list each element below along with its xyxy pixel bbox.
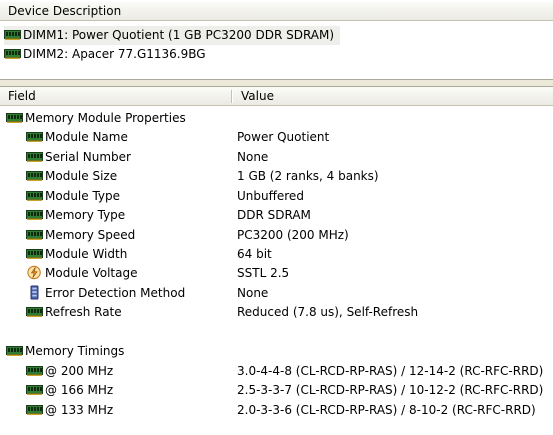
field-row[interactable]: Module Voltage: [26, 264, 137, 283]
field-label: Module Size: [45, 169, 118, 183]
field-label: Memory Speed: [45, 228, 136, 242]
ram-module-icon: [26, 132, 43, 142]
field-label: @ 200 MHz: [45, 364, 114, 378]
field-label: Memory Type: [45, 208, 126, 222]
field-value: 64 bit: [237, 247, 272, 261]
ram-module-icon: [26, 405, 43, 415]
ram-module-icon: [4, 30, 21, 40]
ram-module-icon: [26, 171, 43, 181]
voltage-icon: [27, 265, 41, 280]
field-value: Power Quotient: [237, 130, 330, 144]
field-row[interactable]: Module Type: [26, 187, 120, 206]
field-value: 2.5-3-3-7 (CL-RCD-RP-RAS) / 10-12-2 (RC-…: [237, 383, 544, 397]
ram-module-icon: [26, 249, 43, 259]
ram-module-icon: [26, 191, 43, 201]
field-row[interactable]: Module Width: [26, 245, 127, 264]
field-value: SSTL 2.5: [237, 266, 290, 280]
ram-module-icon: [26, 210, 43, 220]
device-description-header[interactable]: Device Description: [0, 2, 553, 21]
field-row[interactable]: Memory Type: [26, 206, 125, 225]
field-row[interactable]: @ 133 MHz: [26, 401, 113, 420]
ram-module-icon: [4, 49, 21, 59]
field-row[interactable]: Refresh Rate: [26, 303, 122, 322]
error-detection-icon: [30, 285, 39, 300]
field-label: Module Voltage: [45, 266, 138, 280]
field-row[interactable]: @ 200 MHz: [26, 362, 113, 381]
group-memory-module-properties[interactable]: Memory Module Properties: [6, 109, 186, 128]
ram-module-icon: [26, 366, 43, 376]
field-value: 3.0-4-4-8 (CL-RCD-RP-RAS) / 12-14-2 (RC-…: [237, 364, 544, 378]
group-title: Memory Timings: [25, 344, 125, 358]
field-row[interactable]: Memory Speed: [26, 226, 135, 245]
column-divider[interactable]: [231, 90, 232, 103]
ram-module-icon: [6, 346, 23, 356]
group-title: Memory Module Properties: [25, 111, 186, 125]
pane-splitter[interactable]: [0, 79, 553, 87]
field-row[interactable]: Serial Number: [26, 148, 131, 167]
field-column-header[interactable]: Field: [0, 87, 233, 106]
field-label: Error Detection Method: [45, 286, 186, 300]
field-label: Serial Number: [45, 150, 131, 164]
field-value: DDR SDRAM: [237, 208, 311, 222]
device-item-dimm2[interactable]: DIMM2: Apacer 77.G1136.9BG: [4, 45, 212, 64]
field-value: Reduced (7.8 us), Self-Refresh: [237, 305, 419, 319]
value-column-header[interactable]: Value: [233, 87, 274, 106]
device-description-column[interactable]: Device Description: [0, 2, 121, 21]
field-value: 1 GB (2 ranks, 4 banks): [237, 169, 379, 183]
field-value: Unbuffered: [237, 189, 304, 203]
field-label: Module Width: [45, 247, 128, 261]
field-value: None: [237, 150, 269, 164]
field-label: @ 166 MHz: [45, 383, 114, 397]
field-label: Refresh Rate: [45, 305, 122, 319]
field-label: Module Name: [45, 130, 128, 144]
device-item-label: DIMM2: Apacer 77.G1136.9BG: [23, 47, 206, 61]
ram-module-icon: [26, 307, 43, 317]
field-value: PC3200 (200 MHz): [237, 228, 349, 242]
field-label: Module Type: [45, 189, 121, 203]
ram-module-icon: [26, 230, 43, 240]
field-row[interactable]: Module Size: [26, 167, 117, 186]
field-row[interactable]: Error Detection Method: [26, 284, 185, 303]
group-memory-timings[interactable]: Memory Timings: [6, 342, 124, 361]
device-item-label: DIMM1: Power Quotient (1 GB PC3200 DDR S…: [23, 28, 335, 42]
ram-module-icon: [26, 152, 43, 162]
ram-module-icon: [6, 113, 23, 123]
field-row[interactable]: Module Name: [26, 128, 128, 147]
ram-module-icon: [26, 385, 43, 395]
field-row[interactable]: @ 166 MHz: [26, 381, 113, 400]
field-value: None: [237, 286, 269, 300]
field-value: 2.0-3-3-6 (CL-RCD-RP-RAS) / 8-10-2 (RC-R…: [237, 403, 536, 417]
device-item-dimm1[interactable]: DIMM1: Power Quotient (1 GB PC3200 DDR S…: [4, 26, 341, 45]
field-label: @ 133 MHz: [45, 403, 114, 417]
details-header: Field Value: [0, 87, 553, 106]
